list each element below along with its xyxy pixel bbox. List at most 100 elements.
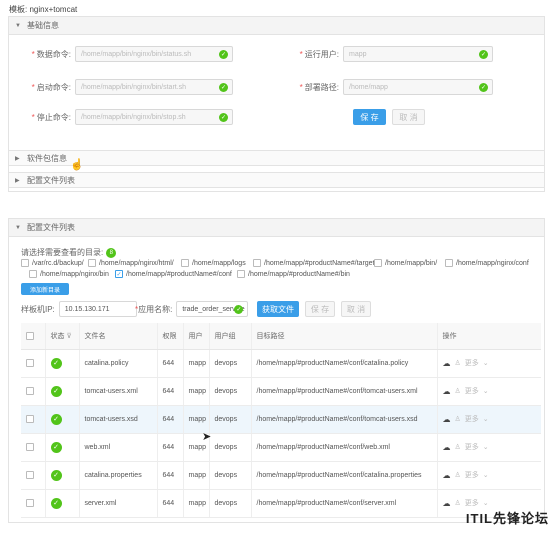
config-cancel-button[interactable]: 取 消 [341, 301, 371, 317]
expand-triangle-icon: ▶ [15, 155, 20, 162]
stop-cmd-label: 停止命令: [36, 112, 71, 122]
filter-icon[interactable]: ⊽ [66, 333, 71, 340]
user-icon[interactable]: ♙ [455, 415, 461, 423]
user-icon[interactable]: ♙ [455, 471, 461, 479]
cell-group: devops [208, 405, 251, 434]
cell-target-path: /home/mapp/#productName#/conf/catalina.p… [250, 349, 437, 378]
cloud-upload-icon[interactable]: ☁ [443, 415, 451, 424]
watermark-logo: ITIL先锋论坛 [465, 511, 549, 526]
table-row[interactable]: ✓ catalina.properties 644 mapp devops /h… [21, 461, 541, 490]
more-link[interactable]: 更多 [465, 414, 479, 424]
checkbox[interactable] [237, 270, 245, 278]
chevron-down-icon[interactable]: ⌄ [483, 359, 489, 367]
more-link[interactable]: 更多 [465, 358, 479, 368]
config-files-header[interactable]: ▼ 配置文件列表 [9, 219, 544, 237]
cell-permission: 644 [156, 405, 183, 434]
cell-group: devops [208, 433, 251, 462]
select-all-checkbox[interactable] [26, 331, 34, 340]
cell-permission: 644 [156, 377, 183, 406]
cloud-upload-icon[interactable]: ☁ [443, 499, 451, 508]
checkbox[interactable] [21, 259, 29, 267]
app-name-row: *应用名称: trade_order_service ✓ [135, 301, 249, 317]
host-ip-row: 样板机IP: 10.15.130.171 [21, 301, 137, 317]
run-user-input[interactable]: mapp ✓ [343, 46, 493, 62]
dir-option[interactable]: /home/mapp/nginx/bin [29, 270, 109, 278]
cell-user: mapp [182, 405, 209, 434]
start-cmd-input[interactable]: /home/mapp/bin/nginx/bin/start.sh ✓ [75, 79, 233, 95]
cloud-upload-icon[interactable]: ☁ [443, 387, 451, 396]
dir-option[interactable]: /home/mapp/#productName#/target [253, 259, 375, 267]
row-checkbox[interactable] [26, 471, 34, 479]
stop-cmd-input[interactable]: /home/mapp/bin/nginx/bin/stop.sh ✓ [75, 109, 233, 125]
table-row[interactable]: ✓ tomcat-users.xsd 644 mapp devops /home… [21, 405, 541, 434]
dir-option[interactable]: /var/rc.d/backup/ [21, 259, 84, 267]
dir-option[interactable]: ✓/home/mapp/#productName#/conf [115, 270, 232, 278]
more-link[interactable]: 更多 [465, 442, 479, 452]
user-icon[interactable]: ♙ [455, 443, 461, 451]
save-button[interactable]: 保 存 [353, 109, 386, 125]
cloud-upload-icon[interactable]: ☁ [443, 359, 451, 368]
get-files-button[interactable]: 获取文件 [257, 301, 299, 317]
checkbox[interactable] [445, 259, 453, 267]
status-cmd-input[interactable]: /home/mapp/bin/nginx/bin/status.sh ✓ [75, 46, 233, 62]
chevron-down-icon[interactable]: ⌄ [483, 387, 489, 395]
config-files-panel: ▼ 配置文件列表 请选择需要查看的目录: 8 /var/rc.d/backup/… [8, 218, 545, 523]
config-list-section-collapsed[interactable]: ▶ 配置文件列表 [8, 172, 545, 188]
app-name-input[interactable]: trade_order_service ✓ [176, 301, 249, 317]
chevron-down-icon[interactable]: ⌄ [483, 415, 489, 423]
chevron-down-icon[interactable]: ⌄ [483, 443, 489, 451]
status-ok-icon: ✓ [50, 357, 62, 369]
row-checkbox[interactable] [26, 387, 34, 395]
row-checkbox[interactable] [26, 359, 34, 367]
status-ok-icon: ✓ [50, 385, 62, 397]
run-user-label: 运行用户: [304, 49, 339, 59]
user-icon[interactable]: ♙ [455, 499, 461, 507]
chevron-down-icon[interactable]: ⌄ [483, 471, 489, 479]
table-row[interactable]: ✓ server.xml 644 mapp devops /home/mapp/… [21, 489, 541, 518]
checkbox-checked[interactable]: ✓ [115, 270, 123, 278]
checkbox[interactable] [88, 259, 96, 267]
col-status[interactable]: 状态 ⊽ [44, 323, 79, 350]
user-icon[interactable]: ♙ [455, 359, 461, 367]
checkbox[interactable] [181, 259, 189, 267]
mouse-pointer-icon: ➤ [202, 431, 212, 443]
dir-option[interactable]: /home/mapp/#productName#/bin [237, 270, 350, 278]
checkbox[interactable] [29, 270, 37, 278]
cloud-upload-icon[interactable]: ☁ [443, 471, 451, 480]
cancel-button[interactable]: 取 消 [392, 109, 425, 125]
host-ip-input[interactable]: 10.15.130.171 [58, 301, 137, 317]
more-link[interactable]: 更多 [465, 386, 479, 396]
software-pkg-section[interactable]: ▶ 软件包信息 [8, 150, 545, 166]
user-icon[interactable]: ♙ [455, 387, 461, 395]
deploy-path-input[interactable]: /home/mapp ✓ [343, 79, 493, 95]
cell-target-path: /home/mapp/#productName#/conf/tomcat-use… [250, 405, 437, 434]
status-ok-icon: ✓ [50, 413, 62, 425]
more-link[interactable]: 更多 [465, 470, 479, 480]
dir-hint: 请选择需要查看的目录: 8 [21, 247, 117, 258]
template-title: 模板: nginx+tomcat [9, 5, 78, 14]
cloud-upload-icon[interactable]: ☁ [443, 443, 451, 452]
dir-option[interactable]: /home/mapp/logs [181, 259, 246, 267]
row-checkbox[interactable] [26, 415, 34, 423]
cell-user: mapp [182, 377, 209, 406]
chevron-down-icon[interactable]: ⌄ [483, 499, 489, 507]
col-target-path: 目标路径 [250, 323, 437, 350]
dir-option[interactable]: /home/mapp/nginx/html/ [88, 259, 174, 267]
table-row[interactable]: ✓ catalina.policy 644 mapp devops /home/… [21, 349, 541, 378]
config-save-button[interactable]: 保 存 [305, 301, 335, 317]
add-dir-button[interactable]: 添加新目录 [21, 283, 69, 295]
valid-check-icon: ✓ [234, 305, 244, 314]
cell-target-path: /home/mapp/#productName#/conf/server.xml [250, 489, 437, 518]
table-row[interactable]: ✓ web.xml 644 mapp devops /home/mapp/#pr… [21, 433, 541, 462]
table-row[interactable]: ✓ tomcat-users.xml 644 mapp devops /home… [21, 377, 541, 406]
checkbox[interactable] [374, 259, 382, 267]
config-files-table: 状态 ⊽ 文件名 权限 用户 用户组 目标路径 操作 ✓ catalina.po… [21, 323, 541, 518]
dir-option[interactable]: /home/mapp/bin/ [374, 259, 437, 267]
more-link[interactable]: 更多 [465, 498, 479, 508]
basic-info-header[interactable]: ▼ 基础信息 [9, 17, 544, 35]
dir-option[interactable]: /home/mapp/nginx/conf [445, 259, 529, 267]
checkbox[interactable] [253, 259, 261, 267]
cell-permission: 644 [156, 349, 183, 378]
row-checkbox[interactable] [26, 443, 34, 451]
row-checkbox[interactable] [26, 499, 34, 507]
